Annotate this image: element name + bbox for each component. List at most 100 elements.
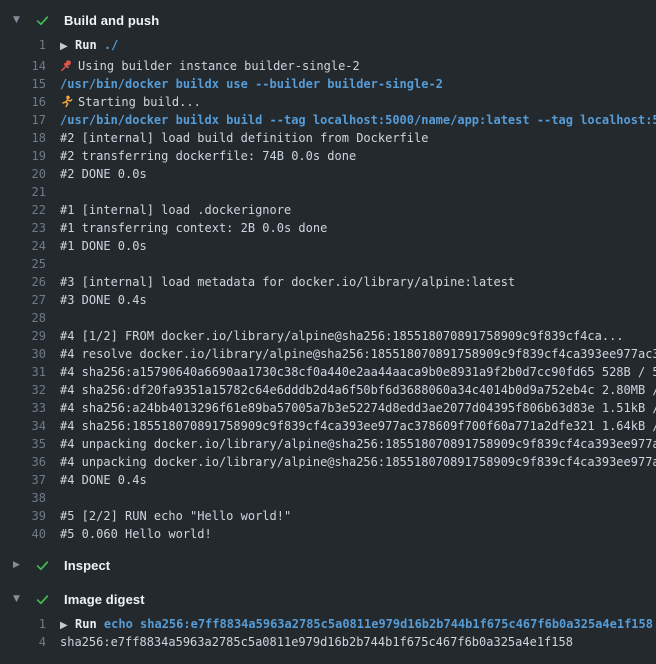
- log-text: #4 sha256:a24bb4013296f61e89ba57005a7b3e…: [46, 399, 656, 417]
- line-number[interactable]: 27: [0, 291, 46, 309]
- log-section-build-and-push: ▼ Build and push 1 ▶Run ./ 14 Using buil…: [0, 6, 656, 543]
- line-number[interactable]: 28: [0, 309, 46, 327]
- line-number[interactable]: 1: [0, 36, 46, 54]
- log-segment: #1 DONE 0.0s: [60, 239, 147, 253]
- log-text: #1 DONE 0.0s: [46, 237, 656, 255]
- log-line: 1 ▶Run echo sha256:e7ff8834a5963a2785c5a…: [0, 615, 656, 633]
- log-text: #5 [2/2] RUN echo "Hello world!": [46, 507, 656, 525]
- line-number[interactable]: 30: [0, 345, 46, 363]
- line-number[interactable]: 40: [0, 525, 46, 543]
- line-number[interactable]: 4: [0, 633, 46, 651]
- log-segment: #4 sha256:185518070891758909c9f839cf4ca3…: [60, 419, 656, 433]
- log-text: ▶Run echo sha256:e7ff8834a5963a2785c5a08…: [46, 615, 656, 633]
- log-text: #2 transferring dockerfile: 74B 0.0s don…: [46, 147, 656, 165]
- line-number[interactable]: 31: [0, 363, 46, 381]
- log-line: 25: [0, 255, 656, 273]
- section-title: Inspect: [64, 558, 110, 573]
- log-line: 19 #2 transferring dockerfile: 74B 0.0s …: [0, 147, 656, 165]
- log-line: 27 #3 DONE 0.4s: [0, 291, 656, 309]
- line-number[interactable]: 20: [0, 165, 46, 183]
- log-segment: #4 sha256:df20fa9351a15782c64e6dddb2d4a6…: [60, 383, 656, 397]
- line-number[interactable]: 25: [0, 255, 46, 273]
- chevron-right-icon[interactable]: ▶: [13, 561, 35, 570]
- log-text: [46, 309, 656, 327]
- log-line: 31 #4 sha256:a15790640a6690aa1730c38cf0a…: [0, 363, 656, 381]
- line-number[interactable]: 22: [0, 201, 46, 219]
- log-text: #4 unpacking docker.io/library/alpine@sh…: [46, 435, 656, 453]
- line-number[interactable]: 19: [0, 147, 46, 165]
- pushpin-icon: [60, 59, 78, 75]
- log-line: 22 #1 [internal] load .dockerignore: [0, 201, 656, 219]
- log-segment: #2 [internal] load build definition from…: [60, 131, 428, 145]
- log-segment: #2 DONE 0.0s: [60, 167, 147, 181]
- log-segment: echo sha256:e7ff8834a5963a2785c5a0811e97…: [104, 617, 653, 631]
- line-number[interactable]: 24: [0, 237, 46, 255]
- log-text: #3 [internal] load metadata for docker.i…: [46, 273, 656, 291]
- log-line: 16 Starting build...: [0, 93, 656, 111]
- expand-arrow-icon[interactable]: ▶: [60, 617, 75, 633]
- log-segment: #1 transferring context: 2B 0.0s done: [60, 221, 327, 235]
- log-line: 1 ▶Run ./: [0, 36, 656, 54]
- chevron-down-icon[interactable]: ▼: [13, 16, 35, 25]
- line-number[interactable]: 26: [0, 273, 46, 291]
- line-number[interactable]: 18: [0, 129, 46, 147]
- log-segment: Using builder instance builder-single-2: [78, 59, 360, 73]
- log-line: 30 #4 resolve docker.io/library/alpine@s…: [0, 345, 656, 363]
- log-line: 21: [0, 183, 656, 201]
- log-text: #4 [1/2] FROM docker.io/library/alpine@s…: [46, 327, 656, 345]
- log-segment: ./: [104, 38, 118, 52]
- chevron-down-icon[interactable]: ▼: [13, 595, 35, 604]
- line-number[interactable]: 35: [0, 435, 46, 453]
- log-segment: Starting build...: [78, 95, 201, 109]
- expand-arrow-icon[interactable]: ▶: [60, 38, 75, 54]
- log-segment: #4 unpacking docker.io/library/alpine@sh…: [60, 437, 656, 451]
- line-number[interactable]: 1: [0, 615, 46, 633]
- success-check-icon: [35, 592, 50, 607]
- line-number[interactable]: 23: [0, 219, 46, 237]
- log-text: #4 DONE 0.4s: [46, 471, 656, 489]
- line-number[interactable]: 36: [0, 453, 46, 471]
- line-number[interactable]: 38: [0, 489, 46, 507]
- section-header-inspect[interactable]: ▶ Inspect: [0, 551, 656, 579]
- log-text: [46, 255, 656, 273]
- log-segment: #4 sha256:a15790640a6690aa1730c38cf0a440…: [60, 365, 656, 379]
- log-text: #3 DONE 0.4s: [46, 291, 656, 309]
- runner-icon: [60, 95, 78, 111]
- line-number[interactable]: 29: [0, 327, 46, 345]
- log-segment: #1 [internal] load .dockerignore: [60, 203, 291, 217]
- log-text: /usr/bin/docker buildx use --builder bui…: [46, 75, 656, 93]
- section-title: Image digest: [64, 592, 145, 607]
- line-number[interactable]: 16: [0, 93, 46, 111]
- success-check-icon: [35, 558, 50, 573]
- line-number[interactable]: 33: [0, 399, 46, 417]
- line-number[interactable]: 15: [0, 75, 46, 93]
- line-number[interactable]: 34: [0, 417, 46, 435]
- log-text: #4 resolve docker.io/library/alpine@sha2…: [46, 345, 656, 363]
- line-number[interactable]: 14: [0, 57, 46, 75]
- line-number[interactable]: 17: [0, 111, 46, 129]
- log-segment: #4 unpacking docker.io/library/alpine@sh…: [60, 455, 656, 469]
- section-header-image-digest[interactable]: ▼ Image digest: [0, 585, 656, 613]
- line-number[interactable]: 32: [0, 381, 46, 399]
- log-text: sha256:e7ff8834a5963a2785c5a0811e979d16b…: [46, 633, 656, 651]
- log-line: 32 #4 sha256:df20fa9351a15782c64e6dddb2d…: [0, 381, 656, 399]
- line-number[interactable]: 37: [0, 471, 46, 489]
- log-text: #5 0.060 Hello world!: [46, 525, 656, 543]
- log-line: 39 #5 [2/2] RUN echo "Hello world!": [0, 507, 656, 525]
- log-line: 33 #4 sha256:a24bb4013296f61e89ba57005a7…: [0, 399, 656, 417]
- log-line: 28: [0, 309, 656, 327]
- log-segment: #5 [2/2] RUN echo "Hello world!": [60, 509, 291, 523]
- log-line: 26 #3 [internal] load metadata for docke…: [0, 273, 656, 291]
- log-line: 17 /usr/bin/docker buildx build --tag lo…: [0, 111, 656, 129]
- log-text: [46, 183, 656, 201]
- line-number[interactable]: 39: [0, 507, 46, 525]
- log-line: 24 #1 DONE 0.0s: [0, 237, 656, 255]
- log-text: Using builder instance builder-single-2: [46, 57, 656, 75]
- log-text: #1 transferring context: 2B 0.0s done: [46, 219, 656, 237]
- log-segment: #3 [internal] load metadata for docker.i…: [60, 275, 515, 289]
- log-segment: Run: [75, 38, 104, 52]
- line-number[interactable]: 21: [0, 183, 46, 201]
- log-text: #2 DONE 0.0s: [46, 165, 656, 183]
- section-header-build-and-push[interactable]: ▼ Build and push: [0, 6, 656, 34]
- log-segment: #3 DONE 0.4s: [60, 293, 147, 307]
